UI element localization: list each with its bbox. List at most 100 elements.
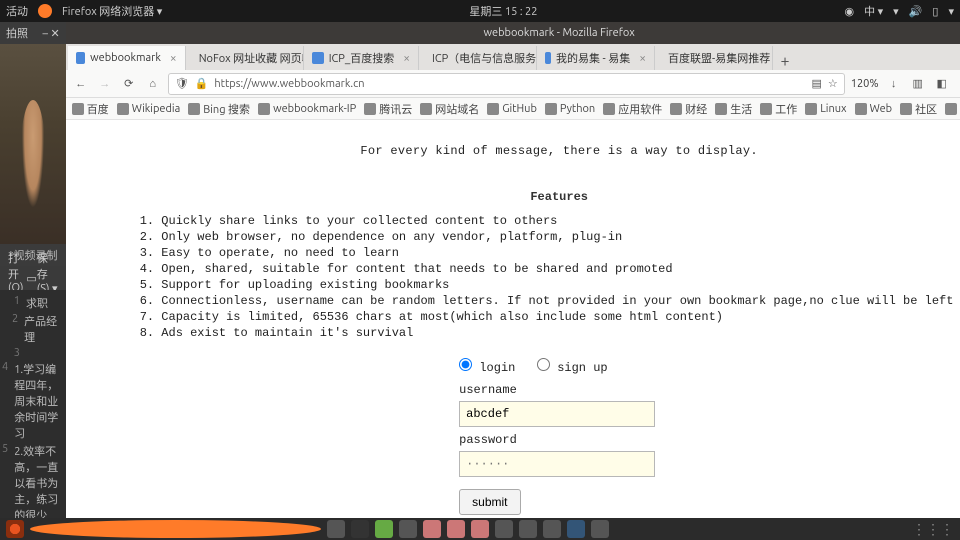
browser-tab[interactable]: 我的易集 - 易集× (537, 46, 655, 70)
system-menu-caret[interactable]: ▾ (948, 5, 954, 18)
dock-app-2[interactable] (423, 520, 441, 538)
dock-app-9[interactable] (591, 520, 609, 538)
forward-button[interactable]: → (96, 75, 114, 93)
login-radio[interactable]: login (459, 361, 515, 375)
close-tab-icon[interactable]: × (170, 52, 177, 65)
downloads-icon[interactable]: ↓ (885, 75, 903, 93)
bookmark-star-icon[interactable]: ☆ (828, 77, 838, 90)
volume-icon[interactable]: 🔊 (909, 5, 923, 18)
browser-tab[interactable]: ICP_百度搜索× (304, 46, 419, 70)
shield-icon: 🛡 (175, 77, 189, 90)
activities-button[interactable]: 活动 (6, 3, 28, 19)
bookmark-item[interactable]: webbookmark-IP (258, 103, 356, 115)
password-label: password (459, 433, 659, 447)
bookmark-item[interactable]: 社区 (900, 101, 937, 117)
bookmark-icon (945, 103, 957, 115)
note-line[interactable]: 1求职 (0, 294, 66, 312)
close-tab-icon[interactable]: × (403, 52, 410, 65)
bookmark-icon (545, 103, 557, 115)
bookmark-item[interactable]: Python (545, 103, 595, 115)
dock-app-1[interactable] (399, 520, 417, 538)
bookmark-icon (805, 103, 817, 115)
back-button[interactable]: ← (72, 75, 90, 93)
tagline: For every kind of message, there is a wa… (80, 144, 960, 158)
bookmark-item[interactable]: Web (855, 103, 893, 115)
camera-window-title: 拍照– ✕ (0, 22, 66, 44)
bookmark-item[interactable]: 腾讯云 (364, 101, 412, 117)
url-text: https://www.webbookmark.cn (214, 78, 364, 90)
dock-app-4[interactable] (471, 520, 489, 538)
bookmark-item[interactable]: 网站域名 (420, 101, 479, 117)
account-icon[interactable]: ◐ (957, 75, 960, 93)
browser-tab[interactable]: webbookmark× (68, 46, 186, 70)
dock-app-3[interactable] (447, 520, 465, 538)
sidebar-icon[interactable]: ◧ (933, 75, 951, 93)
notes-editor[interactable]: 1求职2产品经理341.学习编程四年，周末和业余时间学习52.效率不高，一直以看… (0, 290, 66, 518)
open-doc-icon[interactable]: ▭ (26, 272, 36, 285)
bookmark-item[interactable]: 财经 (670, 101, 707, 117)
username-label: username (459, 383, 659, 397)
gnome-topbar: 活动 Firefox 网络浏览器 ▾ 星期三 15 : 22 ◉ 中 ▾ ▾ 🔊… (0, 0, 960, 22)
bookmark-icon (670, 103, 682, 115)
favicon (545, 52, 551, 64)
bookmark-item[interactable]: 应用软件 (603, 101, 662, 117)
bookmark-item[interactable]: 百度 (72, 101, 109, 117)
feature-item: Quickly share links to your collected co… (140, 214, 960, 228)
bookmark-item[interactable]: Linux (805, 103, 846, 115)
lang-indicator[interactable]: 中 ▾ (864, 3, 883, 19)
bookmarks-toolbar: 百度 Wikipedia Bing 搜索 webbookmark-IP 腾讯云网站域名 G… (66, 98, 960, 120)
close-tab-icon[interactable]: × (639, 52, 646, 65)
dock-app-5[interactable] (495, 520, 513, 538)
dock-app-8[interactable] (567, 520, 585, 538)
dock-show-applications[interactable]: ⋮⋮⋮ (912, 521, 954, 538)
bookmark-icon (855, 103, 867, 115)
new-tab-button[interactable]: + (773, 52, 797, 70)
bookmark-icon (188, 103, 200, 115)
zoom-level[interactable]: 120% (851, 78, 879, 90)
dock-show-apps[interactable] (6, 520, 24, 538)
signup-radio[interactable]: sign up (537, 361, 608, 375)
battery-icon[interactable]: ▯ (932, 5, 938, 18)
page-content: ↖ For every kind of message, there is a … (66, 120, 960, 518)
dock-app-7[interactable] (543, 520, 561, 538)
dock-editor[interactable] (375, 520, 393, 538)
feature-item: Capacity is limited, 65536 chars at most… (140, 310, 960, 324)
bookmark-item[interactable]: GitHub (487, 103, 537, 115)
reload-button[interactable]: ⟳ (120, 75, 138, 93)
submit-button[interactable]: submit (459, 489, 520, 515)
bookmark-icon (900, 103, 912, 115)
browser-tab[interactable]: ICP（电信与信息服务业…× (419, 46, 537, 70)
page-action-icon[interactable]: ▤ (811, 77, 821, 90)
library-icon[interactable]: ▥ (909, 75, 927, 93)
address-bar[interactable]: 🛡 🔒 https://www.webbookmark.cn ▤ ☆ (168, 73, 845, 95)
bookmark-item[interactable]: Bing 搜索 (188, 101, 250, 117)
bookmark-item[interactable]: 管理 (945, 101, 960, 117)
home-button[interactable]: ⌂ (144, 75, 162, 93)
lock-icon: 🔒 (195, 77, 209, 90)
bookmark-icon (72, 103, 84, 115)
dock-files[interactable] (327, 520, 345, 538)
bookmark-item[interactable]: 工作 (760, 101, 797, 117)
browser-tab[interactable]: 百度联盟-易集网推荐× (655, 46, 773, 70)
bookmark-item[interactable]: Wikipedia (117, 103, 181, 115)
note-line[interactable]: 41.学习编程四年，周末和业余时间学习 (0, 360, 66, 442)
note-line[interactable]: 52.效率不高，一直以看书为主，练习的很少 (0, 442, 66, 518)
note-line[interactable]: 3 (0, 346, 66, 360)
feature-item: Ads exist to maintain it's survival (140, 326, 960, 340)
dock-terminal[interactable] (351, 520, 369, 538)
screencast-icon[interactable]: ◉ (845, 5, 855, 18)
password-input[interactable] (459, 451, 655, 477)
clock[interactable]: 星期三 15 : 22 (162, 3, 844, 19)
firefox-icon (38, 4, 52, 18)
dock-app-6[interactable] (519, 520, 537, 538)
network-icon[interactable]: ▾ (893, 5, 899, 18)
bookmark-item[interactable]: 生活 (715, 101, 752, 117)
username-input[interactable] (459, 401, 655, 427)
features-list: Quickly share links to your collected co… (140, 214, 960, 340)
feature-item: Support for uploading existing bookmarks (140, 278, 960, 292)
bookmark-icon (258, 103, 270, 115)
dock-firefox[interactable] (30, 520, 321, 538)
note-line[interactable]: 2产品经理 (0, 312, 66, 346)
app-menu[interactable]: Firefox 网络浏览器 ▾ (62, 3, 162, 19)
browser-tab[interactable]: NoFox 网址收藏 网页收…× (186, 46, 304, 70)
